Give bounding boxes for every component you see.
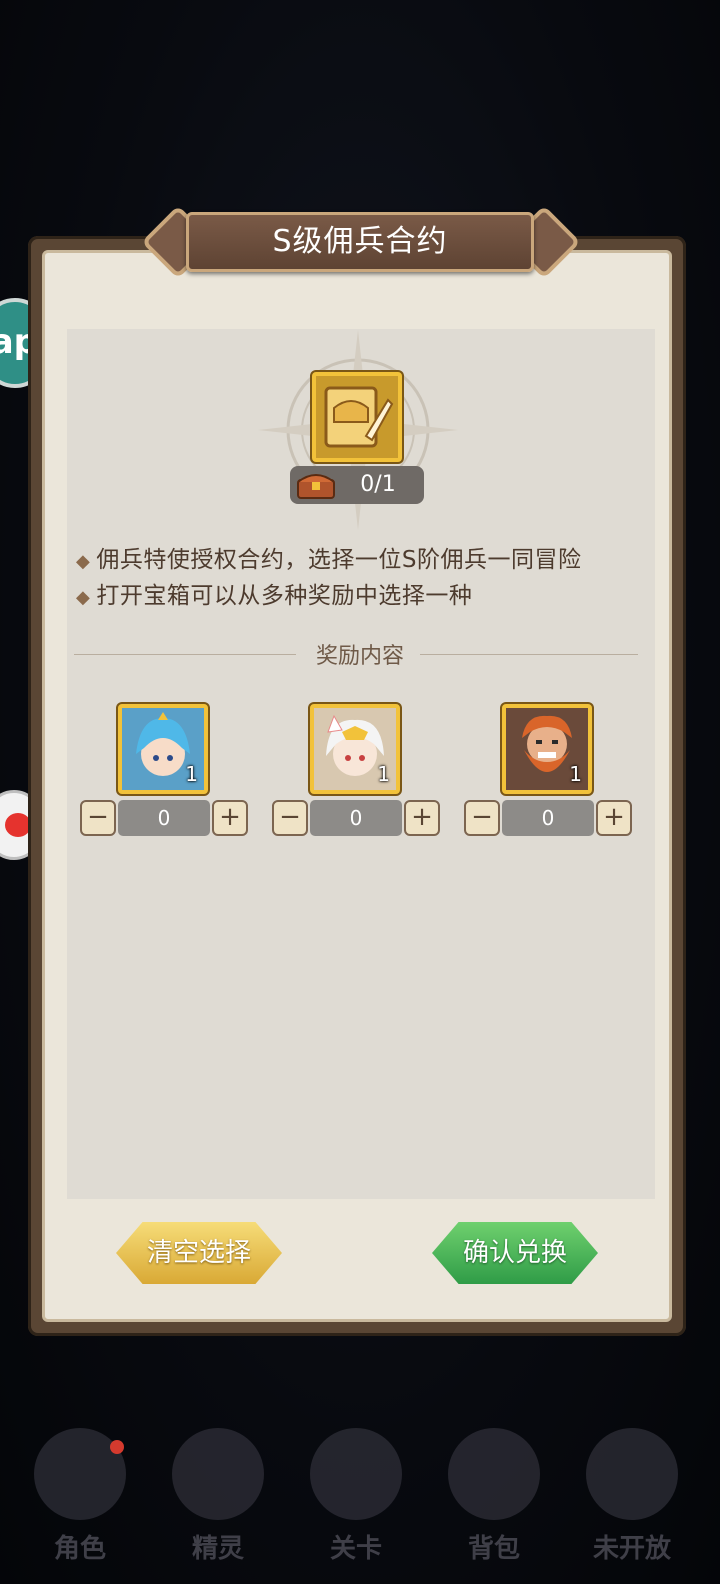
- clear-selection-button[interactable]: 清空选择: [116, 1222, 282, 1284]
- description-text: 打开宝箱可以从多种奖励中选择一种: [96, 583, 473, 609]
- nav-item-backpack[interactable]: 背包: [434, 1420, 554, 1580]
- divider-right: [420, 654, 638, 655]
- nav-label: 未开放: [592, 1534, 671, 1564]
- bottom-nav: 角色 精灵 关卡 背包 未开放: [0, 1400, 720, 1584]
- nav-item-locked[interactable]: 未开放: [572, 1420, 692, 1580]
- spirit-icon: [172, 1428, 264, 1520]
- button-label: 确认兑换: [462, 1238, 567, 1268]
- button-label: 清空选择: [146, 1238, 251, 1268]
- reward-quantity: 1: [185, 762, 198, 786]
- reward-item[interactable]: 1: [310, 704, 400, 794]
- quantity-stepper[interactable]: 0: [310, 800, 402, 836]
- item-count: 0/1: [360, 472, 396, 497]
- description-line: ◆ 佣兵特使授权合约，选择一位S阶佣兵一同冒险: [76, 540, 581, 574]
- diamond-bullet-icon: ◆: [76, 587, 91, 608]
- reward-quantity: 1: [569, 762, 582, 786]
- increase-button[interactable]: +: [212, 800, 248, 836]
- nav-label: 关卡: [329, 1534, 382, 1564]
- nav-label: 精灵: [191, 1534, 244, 1564]
- reward-slot: 1 − 0 +: [80, 704, 260, 844]
- decrease-button[interactable]: −: [80, 800, 116, 836]
- nav-label: 角色: [53, 1534, 106, 1564]
- reward-item[interactable]: 1: [502, 704, 592, 794]
- quantity-stepper[interactable]: 0: [502, 800, 594, 836]
- section-title: 奖励内容: [315, 644, 404, 669]
- reward-slot: 1 − 0 +: [272, 704, 452, 844]
- locked-shield-icon: [586, 1428, 678, 1520]
- reward-quantity: 1: [377, 762, 390, 786]
- notification-badge: [110, 1440, 124, 1454]
- nav-item-character[interactable]: 角色: [20, 1420, 140, 1580]
- decrease-button[interactable]: −: [272, 800, 308, 836]
- treasure-chest-icon: [297, 474, 335, 499]
- increase-button[interactable]: +: [596, 800, 632, 836]
- backpack-icon: [448, 1428, 540, 1520]
- reward-item[interactable]: 1: [118, 704, 208, 794]
- crossed-swords-icon: [310, 1428, 402, 1520]
- confirm-exchange-button[interactable]: 确认兑换: [432, 1222, 598, 1284]
- reward-slot: 1 − 0 +: [464, 704, 644, 844]
- contract-item-slot[interactable]: [312, 372, 402, 462]
- divider-left: [74, 654, 296, 655]
- description-text: 佣兵特使授权合约，选择一位S阶佣兵一同冒险: [96, 547, 582, 573]
- dialog-title: S级佣兵合约: [186, 212, 534, 272]
- nav-item-spirit[interactable]: 精灵: [158, 1420, 278, 1580]
- nav-label: 背包: [467, 1534, 520, 1564]
- diamond-bullet-icon: ◆: [76, 551, 91, 572]
- quantity-stepper[interactable]: 0: [118, 800, 210, 836]
- decrease-button[interactable]: −: [464, 800, 500, 836]
- contract-scroll-icon: [324, 386, 394, 448]
- nav-item-stage[interactable]: 关卡: [296, 1420, 416, 1580]
- increase-button[interactable]: +: [404, 800, 440, 836]
- description-line: ◆ 打开宝箱可以从多种奖励中选择一种: [76, 576, 472, 610]
